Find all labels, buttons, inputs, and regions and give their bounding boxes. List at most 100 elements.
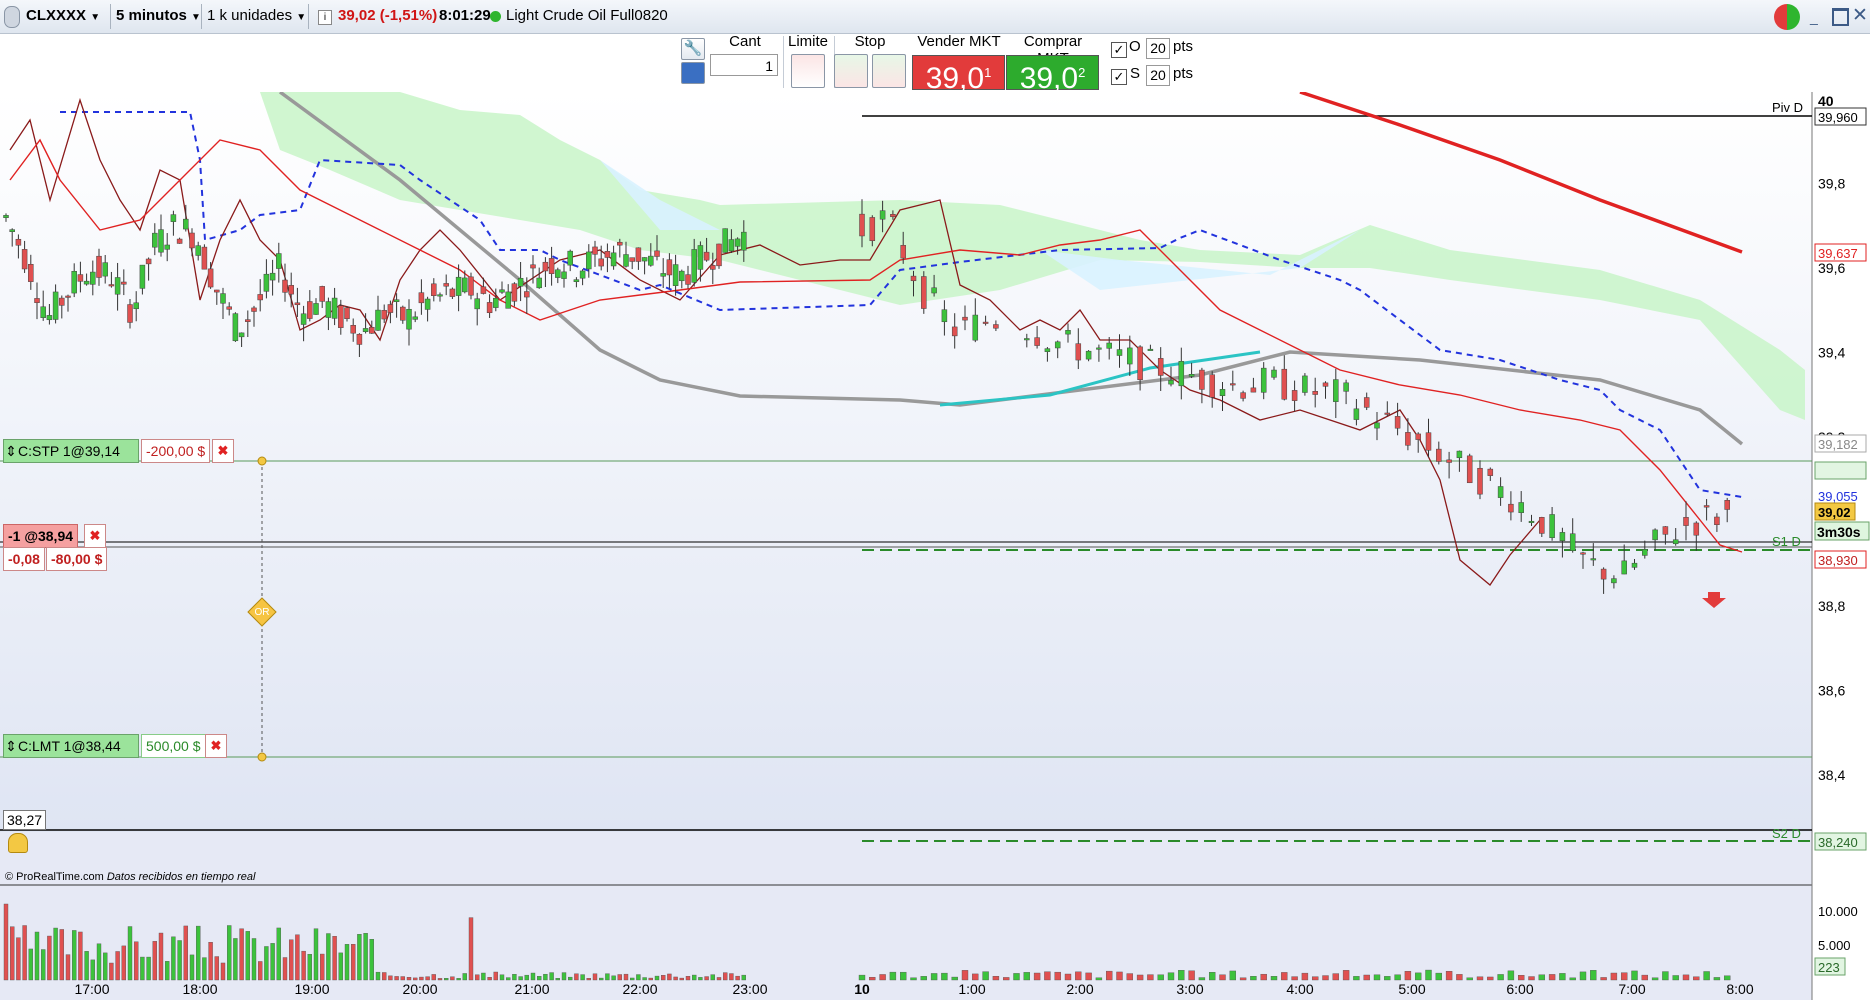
limit-order-button[interactable] — [791, 54, 825, 88]
volume-bar — [1425, 969, 1432, 981]
candle-body — [691, 249, 697, 283]
volume-bar — [1270, 976, 1278, 981]
order-handle-top[interactable] — [257, 456, 267, 466]
oco-label: OR — [255, 607, 270, 618]
minimize-icon[interactable]: _ — [1810, 9, 1824, 25]
stop-buy-button[interactable] — [872, 54, 906, 88]
x-tick-label: 3:00 — [1176, 981, 1203, 997]
o-label: O — [1129, 38, 1141, 55]
y-tick-label: 38,8 — [1818, 598, 1845, 614]
buy-price-sup: 2 — [1078, 65, 1086, 80]
volume-bar — [400, 976, 405, 981]
volume-bar — [910, 977, 917, 981]
candle-body — [195, 245, 201, 256]
x-tick-label: 1:00 — [958, 981, 985, 997]
limit-order-tag[interactable]: ⇕C:LMT 1@38,44 — [3, 734, 139, 758]
volume-bar — [951, 976, 958, 981]
volume-bar — [1250, 976, 1257, 981]
s2-label: S2 D — [1772, 826, 1801, 841]
stop-order-pnl: -200,00 $ — [141, 439, 211, 463]
candle-body — [176, 238, 183, 244]
interval-selector[interactable]: 5 minutos ▼ — [116, 5, 201, 27]
app-icon[interactable] — [4, 6, 20, 28]
low-value-tag: 38,27 — [3, 810, 47, 830]
candle-body — [1518, 502, 1524, 513]
x-tick-label: 21:00 — [514, 981, 549, 997]
candle-body — [369, 326, 375, 334]
volume-bar — [115, 951, 120, 981]
candle-body — [993, 324, 999, 329]
order-handle-bottom[interactable] — [257, 752, 267, 762]
volume-bar — [879, 974, 886, 981]
sell-market-button[interactable]: 39,01 — [912, 55, 1005, 95]
candle-body — [962, 316, 968, 321]
buy-market-button[interactable]: 39,02 — [1006, 55, 1099, 95]
restore-icon[interactable] — [1832, 8, 1849, 26]
candle-body — [542, 261, 549, 272]
y-tick-label: 39,4 — [1818, 345, 1845, 361]
candle-body — [1106, 342, 1112, 349]
stop-order-cancel-icon[interactable]: ✖ — [212, 439, 234, 463]
volume-bar — [982, 971, 989, 981]
stop-order-tag[interactable]: ⇕C:STP 1@39,14 — [3, 439, 139, 463]
candle-body — [183, 218, 189, 230]
volume-bar — [518, 976, 523, 981]
y-tick-label: 38,6 — [1818, 683, 1845, 699]
volume-bar — [710, 974, 715, 981]
volume-bar — [1528, 976, 1535, 981]
volume-bar — [121, 945, 127, 981]
candle-body — [480, 286, 487, 294]
candle-body — [424, 298, 431, 310]
volume-bar — [1188, 970, 1195, 981]
limit-order-cancel-icon[interactable]: ✖ — [205, 734, 227, 758]
volume-bar — [716, 977, 722, 981]
volume-bar — [1435, 972, 1443, 981]
volume-bar — [605, 973, 610, 981]
stop-sell-button[interactable] — [834, 54, 868, 88]
o-checkbox[interactable]: ✓ — [1111, 42, 1127, 58]
o-points-input[interactable]: 20 — [1146, 38, 1170, 59]
candle-body — [133, 302, 139, 310]
volume-bar — [1219, 974, 1226, 981]
volume-bar — [388, 975, 393, 981]
close-icon[interactable]: ✕ — [1852, 4, 1868, 27]
candle-body — [319, 286, 325, 302]
candle-body — [1116, 349, 1123, 356]
volume-bar — [1703, 971, 1710, 981]
candle-body — [313, 303, 319, 315]
candle-body — [462, 277, 468, 293]
candle-body — [1714, 516, 1720, 525]
candle-body — [1085, 350, 1092, 360]
volume-bar — [1147, 974, 1154, 981]
candle-body — [1137, 346, 1143, 381]
wrench-icon[interactable]: 🔧 — [681, 38, 705, 60]
info-icon[interactable]: i — [318, 10, 332, 25]
units-selector[interactable]: 1 k unidades ▼ — [207, 5, 306, 27]
sync-icon[interactable] — [1774, 4, 1800, 30]
y-tick-label: 39,6 — [1818, 260, 1845, 276]
volume-bar — [84, 951, 89, 981]
volume-bar — [475, 974, 480, 981]
candle-body — [71, 271, 77, 294]
price-chart[interactable]: OR 4039,839,639,439,238,838,638,4 17:001… — [0, 92, 1870, 1000]
volume-bar — [487, 977, 492, 981]
candle-body — [350, 325, 356, 334]
volume-bar — [1487, 976, 1494, 981]
symbol-selector[interactable]: CLXXXX ▼ — [26, 5, 100, 27]
volume-bar — [338, 952, 343, 981]
position-close-icon[interactable]: ✖ — [84, 524, 106, 548]
volume-bar — [233, 938, 238, 981]
s-points-input[interactable]: 20 — [1146, 65, 1170, 86]
drag-handle-icon[interactable]: ⇕ — [4, 735, 18, 757]
alarm-bell-icon[interactable] — [8, 833, 28, 853]
candle-body — [400, 306, 406, 321]
position-tag[interactable]: -1 @38,94 — [3, 524, 79, 548]
volume-bar — [648, 977, 653, 981]
candle-body — [1662, 526, 1669, 535]
candle-body — [921, 276, 927, 309]
s-checkbox[interactable]: ✓ — [1111, 69, 1127, 85]
quantity-input[interactable]: 1 — [710, 54, 778, 76]
drag-handle-icon[interactable]: ⇕ — [4, 440, 18, 462]
candle-body — [325, 301, 332, 318]
keyboard-icon[interactable] — [681, 62, 705, 84]
